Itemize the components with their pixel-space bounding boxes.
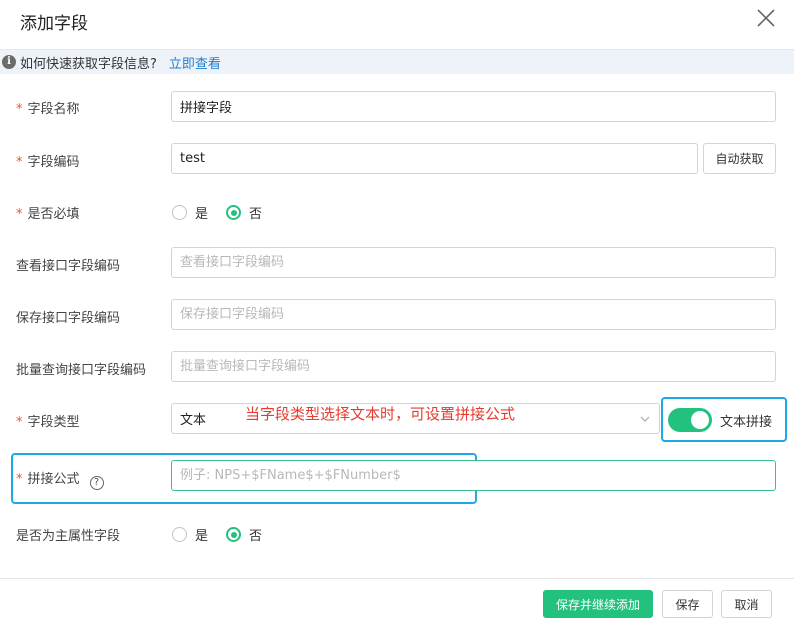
primary-radio-yes[interactable]: 是	[172, 525, 208, 544]
required-label: * 是否必填	[16, 207, 80, 222]
field-name-label: * 字段名称	[16, 102, 80, 117]
formula-label: * 拼接公式?	[16, 468, 104, 490]
view-code-label: 查看接口字段编码	[16, 259, 121, 274]
batch-code-input[interactable]	[171, 351, 776, 382]
required-mark: *	[16, 207, 23, 222]
field-code-label: * 字段编码	[16, 155, 80, 170]
primary-field-label: 是否为主属性字段	[16, 529, 121, 544]
save-button[interactable]: 保存	[662, 590, 713, 618]
close-icon[interactable]	[754, 6, 778, 30]
dialog-title: 添加字段	[20, 14, 88, 34]
save-code-input[interactable]	[171, 299, 776, 330]
text-concat-label: 文本拼接	[720, 415, 773, 430]
view-code-input[interactable]	[171, 247, 776, 278]
view-now-link[interactable]: 立即查看	[169, 53, 221, 72]
footer-divider	[0, 578, 794, 579]
batch-code-label: 批量查询接口字段编码	[16, 363, 147, 378]
text-concat-toggle[interactable]	[668, 408, 712, 432]
cancel-button[interactable]: 取消	[721, 590, 772, 618]
auto-fetch-button[interactable]: 自动获取	[703, 143, 776, 174]
field-code-input[interactable]	[171, 143, 698, 174]
required-radio-no[interactable]: 否	[226, 203, 262, 222]
add-field-dialog: 添加字段 i 如何快速获取字段信息? 立即查看 *字段名称 *字段编码 自动获取…	[0, 0, 794, 623]
required-mark: *	[16, 415, 23, 430]
field-type-label: * 字段类型	[16, 415, 80, 430]
required-mark: *	[16, 155, 23, 170]
info-bar: i 如何快速获取字段信息? 立即查看	[0, 49, 794, 74]
chevron-down-icon	[639, 413, 651, 429]
required-radio-group: 是 否	[172, 203, 280, 222]
annotation-note: 当字段类型选择文本时，可设置拼接公式	[245, 405, 516, 423]
required-radio-yes[interactable]: 是	[172, 203, 208, 222]
radio-circle-selected	[226, 527, 242, 542]
question-icon[interactable]: ?	[89, 476, 104, 490]
radio-circle	[172, 527, 187, 542]
radio-circle-selected	[226, 205, 242, 220]
radio-circle	[172, 205, 187, 220]
required-mark: *	[16, 102, 23, 117]
required-mark: *	[16, 472, 23, 487]
save-and-continue-button[interactable]: 保存并继续添加	[543, 590, 653, 618]
info-icon: i	[2, 55, 16, 69]
info-text: 如何快速获取字段信息?	[20, 56, 157, 72]
save-code-label: 保存接口字段编码	[16, 311, 121, 326]
primary-radio-group: 是 否	[172, 525, 280, 544]
primary-radio-no[interactable]: 否	[226, 525, 262, 544]
field-name-input[interactable]	[171, 91, 776, 122]
formula-input[interactable]	[171, 460, 776, 491]
field-type-value: 文本	[180, 413, 207, 428]
